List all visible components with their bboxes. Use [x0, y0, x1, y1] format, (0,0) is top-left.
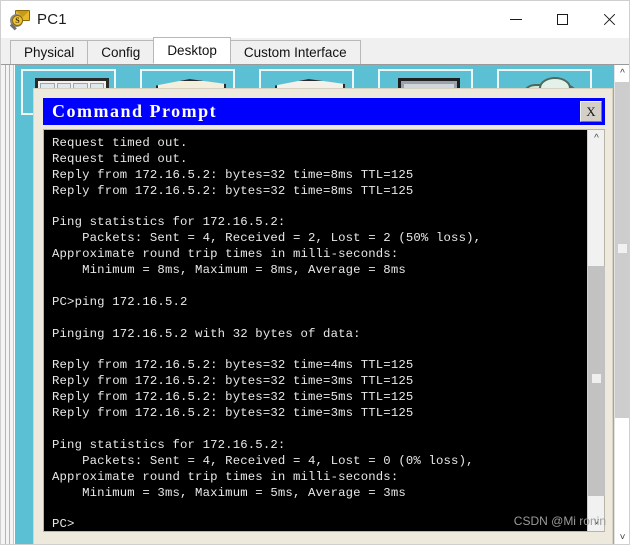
command-prompt-close-button[interactable]: X	[580, 101, 602, 122]
close-icon	[602, 13, 615, 26]
terminal-line: Approximate round trip times in milli-se…	[52, 469, 399, 484]
terminal-line: Minimum = 8ms, Maximum = 8ms, Average = …	[52, 263, 406, 278]
command-prompt-titlebar[interactable]: Command Prompt X	[43, 98, 605, 125]
command-prompt-window: Command Prompt X Request timed out. Reque…	[33, 88, 613, 544]
terminal-line: Reply from 172.16.5.2: bytes=32 time=8ms…	[52, 183, 414, 198]
page-scroll-down-icon[interactable]: ˅	[615, 529, 629, 544]
tab-custom-interface[interactable]: Custom Interface	[229, 40, 361, 64]
terminal-line: Request timed out.	[52, 151, 188, 166]
minimize-button[interactable]	[493, 1, 539, 38]
terminal-line: Approximate round trip times in milli-se…	[52, 247, 399, 262]
terminal-line: PC>	[52, 517, 75, 531]
chevron-down-icon[interactable]: ˅	[588, 514, 605, 531]
desktop-canvas: Command Prompt X Request timed out. Reque…	[15, 65, 617, 544]
terminal-line: Minimum = 3ms, Maximum = 5ms, Average = …	[52, 485, 406, 500]
terminal-line: Reply from 172.16.5.2: bytes=32 time=3ms…	[52, 406, 414, 421]
terminal-line: Reply from 172.16.5.2: bytes=32 time=5ms…	[52, 390, 414, 405]
window-titlebar: S PC1	[1, 1, 629, 38]
terminal-line: Reply from 172.16.5.2: bytes=32 time=8ms…	[52, 167, 414, 182]
minimize-icon	[510, 19, 522, 20]
icon-badge-letter: S	[12, 14, 23, 26]
tab-strip: Physical Config Desktop Custom Interface	[1, 37, 629, 65]
terminal-line: Reply from 172.16.5.2: bytes=32 time=3ms…	[52, 374, 414, 389]
maximize-icon	[556, 14, 568, 25]
chevron-up-icon[interactable]: ^	[588, 130, 605, 147]
terminal-line: Packets: Sent = 4, Received = 2, Lost = …	[52, 231, 482, 246]
tab-config[interactable]: Config	[87, 40, 155, 64]
command-prompt-body: Request timed out. Request timed out. Repl…	[43, 129, 605, 532]
terminal-line: PC>ping 172.16.5.2	[52, 294, 188, 309]
pc1-device-window: S PC1 Physical Config Desktop Custom Int…	[0, 0, 630, 545]
terminal-line: Ping statistics for 172.16.5.2:	[52, 215, 286, 230]
terminal-line: Pinging 172.16.5.2 with 32 bytes of data…	[52, 326, 361, 341]
close-button[interactable]	[585, 1, 629, 38]
desktop-panel: Command Prompt X Request timed out. Reque…	[1, 65, 629, 544]
terminal-scrollbar-thumb[interactable]	[588, 266, 605, 496]
left-gutter	[1, 65, 14, 544]
page-scroll-up-icon[interactable]: ^	[615, 65, 629, 82]
tab-desktop[interactable]: Desktop	[153, 37, 231, 64]
page-scrollbar[interactable]: ^ ˅	[614, 65, 629, 544]
maximize-button[interactable]	[539, 1, 585, 38]
command-prompt-title: Command Prompt	[52, 101, 218, 121]
window-controls	[493, 1, 629, 38]
terminal-line: Packets: Sent = 4, Received = 4, Lost = …	[52, 453, 474, 468]
terminal-line: Ping statistics for 172.16.5.2:	[52, 437, 286, 452]
tab-physical[interactable]: Physical	[10, 40, 89, 64]
page-scrollbar-thumb[interactable]	[615, 82, 629, 418]
terminal-output[interactable]: Request timed out. Request timed out. Repl…	[44, 130, 587, 531]
terminal-scrollbar[interactable]: ^ ˅	[587, 130, 605, 531]
pc-device-icon: S	[9, 9, 31, 30]
terminal-line: Reply from 172.16.5.2: bytes=32 time=4ms…	[52, 358, 414, 373]
window-title: PC1	[37, 11, 67, 28]
terminal-line: Request timed out.	[52, 136, 188, 150]
